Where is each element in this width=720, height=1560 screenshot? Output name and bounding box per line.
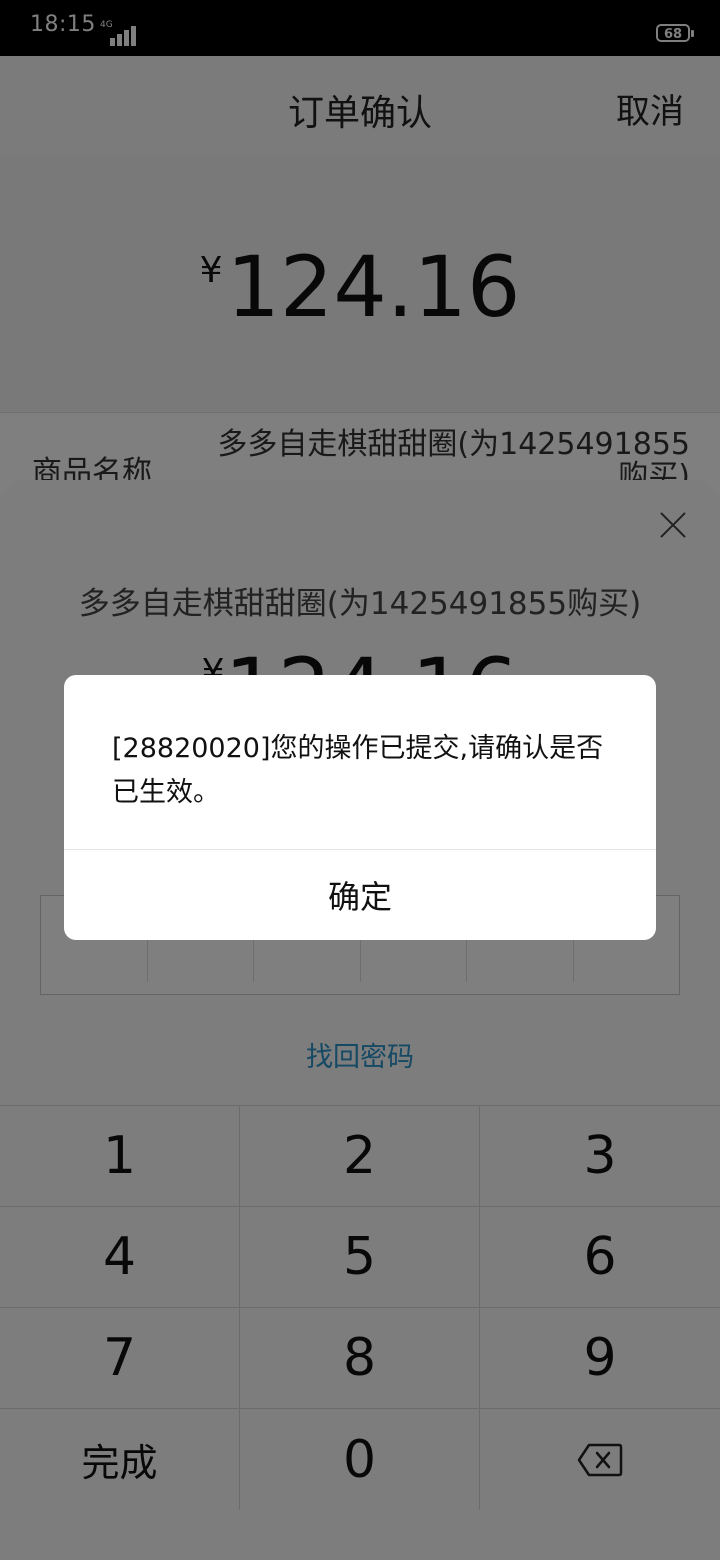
confirm-dialog: [28820020]您的操作已提交,请确认是否已生效。 确定 [64, 675, 656, 940]
dialog-ok-button[interactable]: 确定 [64, 850, 656, 940]
dialog-message: [28820020]您的操作已提交,请确认是否已生效。 [112, 733, 604, 808]
